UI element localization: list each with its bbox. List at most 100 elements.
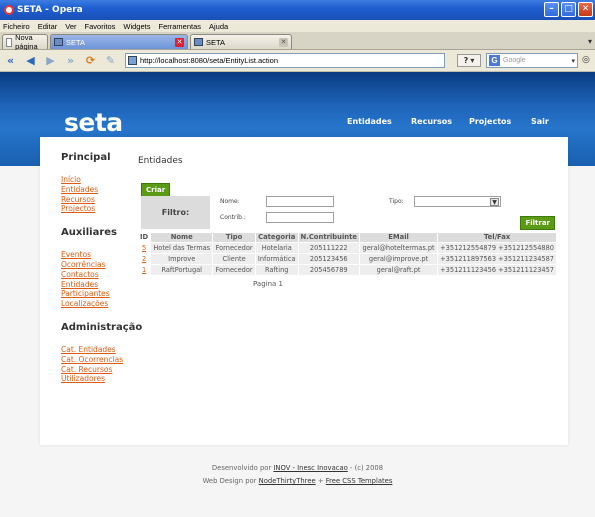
main-content: Entidades Criar Filtro: Nome: Contrib.: … [138, 156, 563, 288]
table-cell: geral@raft.pt [359, 263, 439, 275]
nav-recursos[interactable]: Recursos [411, 117, 452, 126]
chevron-down-icon: ▾ [470, 56, 475, 65]
entity-id-link[interactable]: 2 [142, 255, 146, 263]
sidebar-item-cat-recursos[interactable]: Cat. Recursos [61, 365, 141, 375]
zoom-icon[interactable]: ◎ [582, 55, 590, 65]
table-cell: +351211123456 +351211123457 [437, 263, 557, 275]
table-cell: geral@improve.pt [359, 252, 439, 264]
pagination: Pagina 1 [253, 280, 283, 288]
sidebar-item-cat-ocorrencias[interactable]: Cat. Ocorrencias [61, 355, 141, 365]
contrib-input[interactable] [266, 212, 334, 223]
content-card: Principal Início Entidades Recursos Proj… [40, 137, 568, 445]
tipo-select[interactable]: ▼ [414, 196, 501, 207]
sidebar: Principal Início Entidades Recursos Proj… [61, 152, 143, 397]
column-header: ID [138, 233, 152, 242]
nav-projectos[interactable]: Projectos [469, 117, 511, 126]
tab-seta-active[interactable]: SETA ✕ [50, 34, 188, 49]
sidebar-item-recursos[interactable]: Recursos [61, 195, 141, 205]
table-cell: Fornecedor [212, 263, 256, 275]
reload-icon[interactable]: ⟳ [83, 53, 98, 68]
sidebar-item-ocorrencias[interactable]: Ocorrências [61, 260, 141, 270]
close-tab-icon[interactable]: ✕ [175, 37, 184, 47]
minimize-button[interactable]: – [544, 2, 559, 17]
column-header: EMail [359, 233, 439, 242]
nav-sair[interactable]: Sair [531, 117, 549, 126]
menu-ficheiro[interactable]: Ficheiro [3, 22, 30, 31]
table-cell: Hotel das Termas [150, 241, 214, 253]
nome-input[interactable] [266, 196, 334, 207]
table-cell: Fornecedor [212, 241, 256, 253]
table-cell: Cliente [212, 252, 256, 264]
criar-button[interactable]: Criar [141, 183, 171, 197]
sidebar-item-entidades-aux[interactable]: Entidades [61, 280, 141, 290]
rewind-icon[interactable]: « [3, 53, 18, 68]
help-label: ? [463, 56, 469, 65]
menu-ajuda[interactable]: Ajuda [209, 22, 228, 31]
page-icon [6, 37, 13, 47]
entity-id-link[interactable]: 1 [142, 266, 146, 274]
tab-label: SETA [66, 37, 86, 47]
table-cell: Rafting [255, 263, 299, 275]
sidebar-item-cat-entidades[interactable]: Cat. Entidades [61, 345, 141, 355]
footer-text: + [315, 477, 326, 485]
entities-table: ID Nome Tipo Categoria N.Contribuinte EM… [138, 233, 557, 275]
sidebar-item-contactos[interactable]: Contactos [61, 270, 141, 280]
site-footer: Desenvolvido por INOV - Inesc Inovacao -… [0, 462, 595, 488]
filtrar-button[interactable]: Filtrar [520, 216, 555, 230]
tab-bar: Nova página SETA ✕ SETA ✕ ▾ [0, 32, 595, 51]
close-tab-icon[interactable]: ✕ [279, 37, 288, 47]
entity-id-link[interactable]: 5 [142, 244, 146, 252]
menu-widgets[interactable]: Widgets [123, 22, 150, 31]
table-cell: 205123456 [298, 252, 360, 264]
navigation-bar: « ◀ ▶ » ⟳ ✎ http://localhost:8080/seta/E… [0, 50, 595, 72]
free-css-templates-link[interactable]: Free CSS Templates [326, 477, 393, 485]
maximize-button[interactable]: □ [561, 2, 576, 17]
menu-editar[interactable]: Editar [38, 22, 58, 31]
chevron-down-icon: ▼ [490, 198, 499, 206]
column-header: Nome [150, 233, 214, 242]
tab-seta[interactable]: SETA ✕ [190, 34, 292, 49]
nav-entidades[interactable]: Entidades [347, 117, 392, 126]
back-icon[interactable]: ◀ [23, 53, 38, 68]
menu-favoritos[interactable]: Favoritos [85, 22, 116, 31]
table-cell: Informática [255, 252, 299, 264]
chevron-down-icon[interactable]: ▾ [571, 57, 575, 65]
window-titlebar: SETA - Opera – □ ✕ [0, 0, 595, 20]
forward-icon[interactable]: ▶ [43, 53, 58, 68]
sidebar-heading-administracao: Administração [61, 321, 143, 333]
nodethirtythree-link[interactable]: NodeThirtyThree [259, 477, 316, 485]
tab-menu-icon[interactable]: ▾ [588, 37, 592, 46]
table-cell: geral@hoteltermas.pt [359, 241, 439, 253]
footer-line-2: Web Design por NodeThirtyThree + Free CS… [0, 475, 595, 488]
sidebar-item-localizacoes[interactable]: Localizações [61, 299, 141, 309]
help-button[interactable]: ? ▾ [457, 54, 481, 67]
column-header: Categoria [255, 233, 299, 242]
tipo-label: Tipo: [389, 198, 404, 205]
footer-line-1: Desenvolvido por INOV - Inesc Inovacao -… [0, 462, 595, 475]
filter-label: Filtro: [141, 196, 210, 229]
sidebar-item-eventos[interactable]: Eventos [61, 250, 141, 260]
fast-forward-icon[interactable]: » [63, 53, 78, 68]
inov-link[interactable]: INOV - Inesc Inovacao [273, 464, 347, 472]
tab-new-page[interactable]: Nova página [2, 33, 48, 51]
web-page: seta Entidades Recursos Projectos Sair P… [0, 72, 595, 517]
sidebar-heading-principal: Principal [61, 152, 111, 163]
sidebar-item-participantes[interactable]: Participantes [61, 289, 141, 299]
sidebar-item-projectos[interactable]: Projectos [61, 204, 141, 214]
favicon-icon [54, 38, 63, 46]
sidebar-item-utilizadores[interactable]: Utilizadores [61, 374, 141, 384]
close-window-button[interactable]: ✕ [578, 2, 593, 17]
address-bar[interactable]: http://localhost:8080/seta/EntityList.ac… [125, 53, 445, 68]
table-row: 2 Improve Cliente Informática 205123456 … [138, 252, 557, 264]
sidebar-item-entidades[interactable]: Entidades [61, 185, 141, 195]
edit-icon[interactable]: ✎ [103, 53, 118, 68]
window-title: SETA - Opera [17, 5, 83, 15]
menu-ver[interactable]: Ver [65, 22, 76, 31]
site-logo[interactable]: seta [64, 108, 123, 137]
menu-ferramentas[interactable]: Ferramentas [158, 22, 201, 31]
address-url: http://localhost:8080/seta/EntityList.ac… [140, 56, 278, 65]
sidebar-item-inicio[interactable]: Início [61, 175, 141, 185]
menu-bar: Ficheiro Editar Ver Favoritos Widgets Fe… [0, 20, 595, 32]
search-input[interactable]: G Google ▾ [486, 53, 578, 68]
search-placeholder: Google [503, 57, 526, 64]
